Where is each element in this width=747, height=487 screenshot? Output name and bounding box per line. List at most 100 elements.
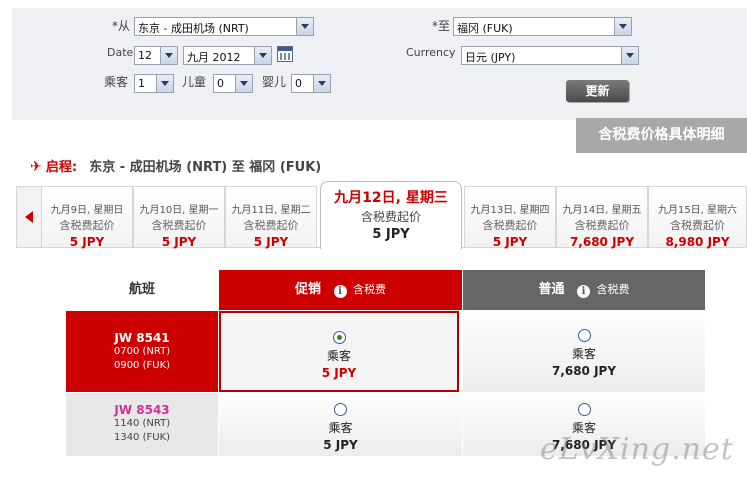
day-date: 九月11日, 星期二 <box>231 205 311 216</box>
child-label: 儿童 <box>182 75 207 89</box>
child-value: 0 <box>217 77 224 90</box>
route-label: 启程: <box>45 160 78 175</box>
to-select[interactable]: 福冈 (FUK) <box>453 17 632 36</box>
day-price: 5 JPY <box>492 235 528 249</box>
day-from: 含税费起价 <box>151 219 207 232</box>
fare-cell-promo[interactable]: 乘客 5 JPY <box>219 393 462 456</box>
watermark: eLvXing.net <box>540 432 734 467</box>
adult-label: 乘客 <box>104 75 129 89</box>
month-select[interactable]: 九月 2012 <box>183 46 272 65</box>
chevron-down-icon <box>235 75 252 92</box>
day-from: 含税费起价 <box>574 219 630 232</box>
day-price: 5 JPY <box>161 235 197 249</box>
route-title: ✈ 启程: 东京 - 成田机场 (NRT) 至 福冈 (FUK) <box>30 156 321 175</box>
flight-column-header: 航班 <box>128 282 155 297</box>
departure-time: 1140 (NRT) <box>113 418 171 429</box>
arrival-time: 1340 (FUK) <box>113 432 171 443</box>
day-tab-selected[interactable]: 九月12日, 星期三 含税费起价 5 JPY <box>320 181 462 249</box>
price-breakdown-button[interactable]: 含税费价格具体明细 <box>576 118 747 153</box>
chevron-down-icon <box>160 47 177 64</box>
child-select[interactable]: 0 <box>213 74 253 93</box>
chevron-down-icon <box>296 18 313 35</box>
infant-select[interactable]: 0 <box>291 74 331 93</box>
day-tab[interactable]: 九月10日, 星期一 含税费起价 5 JPY <box>133 186 225 249</box>
fare-amount: 7,680 JPY <box>551 364 617 378</box>
promo-header-label: 促销 <box>294 282 321 297</box>
fare-amount: 5 JPY <box>321 366 357 380</box>
day-price: 5 JPY <box>372 227 410 242</box>
flight-number: JW 8541 <box>114 331 170 345</box>
day-tab[interactable]: 九月9日, 星期日 含税费起价 5 JPY <box>41 186 133 249</box>
day-tab[interactable]: 九月14日, 星期五 含税费起价 7,680 JPY <box>556 186 648 249</box>
infant-label: 婴儿 <box>262 75 287 89</box>
day-price: 8,980 JPY <box>665 235 730 249</box>
fare-cell-normal[interactable]: 乘客 7,680 JPY <box>463 311 705 392</box>
currency-value: 日元 (JPY) <box>465 51 516 64</box>
fare-radio[interactable] <box>332 331 346 344</box>
departure-time: 0700 (NRT) <box>113 346 171 357</box>
day-date: 九月14日, 星期五 <box>562 205 642 216</box>
day-from: 含税费起价 <box>482 219 538 232</box>
chevron-down-icon <box>313 75 330 92</box>
tax-note: 含税费 <box>596 283 630 296</box>
chevron-down-icon <box>621 47 638 64</box>
day-price: 5 JPY <box>69 235 105 249</box>
month-value: 九月 2012 <box>187 51 241 64</box>
currency-label: Currency <box>406 46 456 59</box>
day-price: 7,680 JPY <box>569 235 635 249</box>
day-value: 12 <box>138 49 152 62</box>
prev-dates-arrow-icon[interactable] <box>16 186 42 248</box>
update-button[interactable]: 更新 <box>566 80 629 102</box>
fare-radio[interactable] <box>577 329 591 342</box>
day-from: 含税费起价 <box>59 219 115 232</box>
date-label: Date <box>107 46 134 59</box>
day-date: 九月15日, 星期六 <box>657 205 738 216</box>
day-tab[interactable]: 九月11日, 星期二 含税费起价 5 JPY <box>225 186 317 249</box>
day-tab[interactable]: 九月15日, 星期六 含税费起价 8,980 JPY <box>648 186 747 249</box>
flight-cell: JW 8541 0700 (NRT) 0900 (FUK) <box>66 311 218 392</box>
calendar-icon[interactable] <box>277 46 293 62</box>
currency-select[interactable]: 日元 (JPY) <box>461 46 639 65</box>
chevron-down-icon <box>614 18 631 35</box>
day-from: 含税费起价 <box>243 219 299 232</box>
day-tab[interactable]: 九月13日, 星期四 含税费起价 5 JPY <box>464 186 556 249</box>
fare-amount: 5 JPY <box>323 438 358 452</box>
adult-value: 1 <box>138 77 145 90</box>
info-icon[interactable]: i <box>577 285 590 298</box>
arrival-time: 0900 (FUK) <box>113 360 171 371</box>
from-select[interactable]: 东京 - 成田机场 (NRT) <box>134 17 314 36</box>
infant-value: 0 <box>295 77 302 90</box>
fare-pax-label: 乘客 <box>328 421 353 435</box>
promo-column-header: 促销 i 含税费 <box>219 270 462 310</box>
normal-header-label: 普通 <box>538 282 565 297</box>
fare-radio[interactable] <box>577 403 591 416</box>
chevron-down-icon <box>254 47 271 64</box>
day-select[interactable]: 12 <box>134 46 178 65</box>
to-label: *至 <box>432 19 451 33</box>
date-strip: 九月9日, 星期日 含税费起价 5 JPY 九月10日, 星期一 含税费起价 5… <box>16 181 747 249</box>
day-date: 九月12日, 星期三 <box>334 190 448 206</box>
day-from: 含税费起价 <box>670 219 725 232</box>
adult-select[interactable]: 1 <box>134 74 174 93</box>
info-icon[interactable]: i <box>333 285 347 298</box>
day-price: 5 JPY <box>253 235 289 249</box>
normal-column-header: 普通 i 含税费 <box>463 270 705 310</box>
from-label: *从 <box>112 19 131 33</box>
plane-icon: ✈ <box>30 159 42 175</box>
fare-radio[interactable] <box>334 403 347 416</box>
from-value: 东京 - 成田机场 (NRT) <box>138 22 249 35</box>
flight-cell: JW 8543 1140 (NRT) 1340 (FUK) <box>66 393 218 456</box>
to-value: 福冈 (FUK) <box>457 22 513 35</box>
day-date: 九月13日, 星期四 <box>470 205 550 216</box>
day-from: 含税费起价 <box>360 210 421 224</box>
search-form: *从 东京 - 成田机场 (NRT) *至 福冈 (FUK) Date 12 九… <box>12 8 747 120</box>
fare-pax-label: 乘客 <box>571 347 596 361</box>
fare-pax-label: 乘客 <box>326 349 351 363</box>
flight-number: JW 8543 <box>114 403 170 417</box>
route-text: 东京 - 成田机场 (NRT) 至 福冈 (FUK) <box>89 160 322 175</box>
tax-note: 含税费 <box>353 283 387 296</box>
day-date: 九月9日, 星期日 <box>50 205 124 216</box>
chevron-down-icon <box>156 75 173 92</box>
fare-cell-promo[interactable]: 乘客 5 JPY <box>219 311 459 392</box>
day-date: 九月10日, 星期一 <box>139 205 219 216</box>
